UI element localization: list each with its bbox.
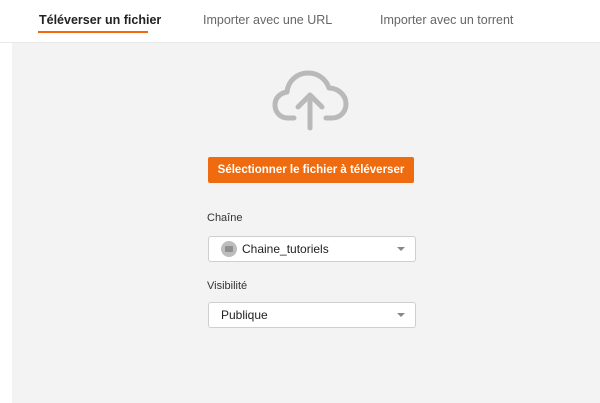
- active-tab-indicator: [38, 31, 148, 33]
- visibility-select[interactable]: Publique: [208, 302, 416, 328]
- cloud-upload-icon: [272, 70, 349, 131]
- channel-avatar-icon: [225, 246, 233, 252]
- visibility-label: Visibilité: [207, 280, 248, 292]
- channel-select[interactable]: Chaine_tutoriels: [208, 236, 416, 262]
- tab-import-url[interactable]: Importer avec une URL: [203, 13, 332, 27]
- tab-import-torrent[interactable]: Importer avec un torrent: [380, 13, 513, 27]
- channel-select-value: Chaine_tutoriels: [242, 242, 329, 256]
- visibility-select-value: Publique: [221, 308, 268, 322]
- chevron-down-icon: [397, 313, 405, 317]
- select-file-button[interactable]: Sélectionner le fichier à téléverser: [208, 157, 414, 183]
- tab-upload-file[interactable]: Téléverser un fichier: [39, 13, 161, 27]
- channel-label: Chaîne: [207, 212, 243, 224]
- chevron-down-icon: [397, 247, 405, 251]
- upload-tabs: Téléverser un fichier Importer avec une …: [0, 0, 600, 43]
- channel-avatar: [221, 241, 237, 257]
